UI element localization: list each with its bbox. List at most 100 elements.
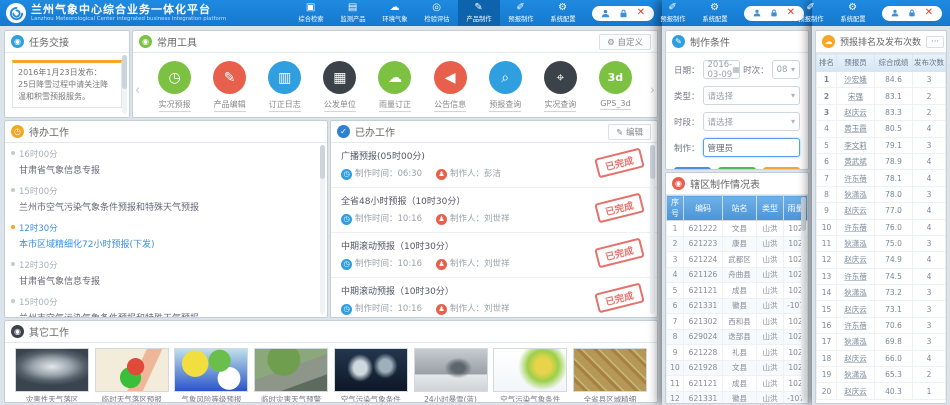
table-row[interactable]: 11狄潇泓75.03 xyxy=(817,235,946,251)
tool-search[interactable]: ⌕预报查询 xyxy=(489,61,522,112)
lock-icon[interactable] xyxy=(770,9,778,17)
tool-3d[interactable]: 3dGPS_3d xyxy=(599,61,632,110)
todo-item[interactable]: 15时00分兰州市空气污染气象条件预报和特殊天气预报 xyxy=(5,291,327,318)
scrollbar[interactable] xyxy=(320,145,325,314)
table-row[interactable]: 13许东蓓74.54 xyxy=(817,268,946,284)
customize-button[interactable]: ⚙ 自定义 xyxy=(599,34,651,50)
nav-item-edit-doc[interactable]: ✐预报制作 xyxy=(500,0,542,26)
other-work-item[interactable]: 气象风险等级预报 xyxy=(174,348,248,403)
table-row[interactable]: 3赵庆云83.32 xyxy=(817,104,946,120)
nav-item-grid[interactable]: ▤监测产品 xyxy=(332,0,374,26)
maker-input[interactable]: 管理员 xyxy=(703,138,800,157)
other-work-item[interactable]: 24小时暴雪(蓝) 落区预报 xyxy=(414,348,488,403)
table-row[interactable]: 1沙宏娥84.63 xyxy=(817,72,946,88)
table-row[interactable]: 17狄潇泓69.83 xyxy=(817,334,946,350)
done-item[interactable]: 中期滚动预报（10时30分）◷制作时间：10:16♟制作人：刘世祥已完成 xyxy=(331,278,657,318)
period-select[interactable]: 请选择▾ xyxy=(703,112,800,131)
handover-notice[interactable]: 2016年1月23日发布： 25日降雪过程中请关注降温和积雪预报服务。 xyxy=(12,60,122,108)
user-icon[interactable] xyxy=(891,9,899,17)
table-row[interactable]: 7621302西和县山洪102 xyxy=(667,314,808,330)
edit-button[interactable]: ✎ 编辑 xyxy=(608,124,651,140)
export-button[interactable]: ⇗ 导出 xyxy=(763,167,800,170)
table-row[interactable]: 1621222文县山洪102 xyxy=(667,221,808,237)
table-row[interactable]: 14狄潇泓73.23 xyxy=(817,285,946,301)
other-work-item[interactable]: 临时天气落区预报 xyxy=(95,348,169,403)
scrollbar[interactable] xyxy=(650,145,655,314)
nav-item-gear[interactable]: ⚙系统配置 xyxy=(694,0,736,26)
table-row[interactable]: 12赵庆云74.94 xyxy=(817,252,946,268)
scrollbar[interactable] xyxy=(801,197,806,400)
date-input[interactable]: 2016-03-09▦ xyxy=(703,60,741,79)
nav-item-label: 监测产品 xyxy=(340,14,365,23)
table-row[interactable]: 8629024迭部县山洪102 xyxy=(667,329,808,345)
other-work-item[interactable]: 空气污染气象条件 指导预报(国家) xyxy=(493,348,567,403)
table-row[interactable]: 4621126舟曲县山洪102 xyxy=(667,267,808,283)
table-row[interactable]: 5621121成县山洪102 xyxy=(667,283,808,299)
table-row[interactable]: 10许东蓓76.04 xyxy=(817,219,946,235)
user-icon[interactable] xyxy=(601,9,610,18)
table-row[interactable]: 5李文莉79.13 xyxy=(817,137,946,153)
panel-menu-button[interactable]: ··· xyxy=(926,36,944,48)
table-row[interactable]: 3621224武都区山洪102 xyxy=(667,252,808,268)
lock-icon[interactable] xyxy=(619,9,628,18)
close-icon[interactable]: ✕ xyxy=(925,8,933,18)
nav-item-badge[interactable]: ◎检验评估 xyxy=(416,0,458,26)
table-row[interactable]: 9赵庆云77.04 xyxy=(817,203,946,219)
table-cell: 17 xyxy=(817,334,837,350)
nav-item-gear[interactable]: ⚙系统配置 xyxy=(832,0,874,26)
scrollbar[interactable] xyxy=(122,55,127,114)
table-row[interactable]: 20赵庆云40.31 xyxy=(817,383,946,399)
carousel-right-icon[interactable]: › xyxy=(650,83,655,98)
other-work-item[interactable]: 全省县区域精细 化时预报 xyxy=(573,348,647,403)
table-row[interactable]: 12621331徽县山洪-107 xyxy=(667,391,808,404)
tool-edit[interactable]: ✎产品编辑 xyxy=(213,61,246,112)
tool-speaker[interactable]: ◀公告信息 xyxy=(434,61,467,112)
table-row[interactable]: 7许东蓓78.14 xyxy=(817,170,946,186)
table-row[interactable]: 9621228礼县山洪102 xyxy=(667,345,808,361)
table-row[interactable]: 2621223康县山洪102 xyxy=(667,236,808,252)
done-item[interactable]: 中期滚动预报（10时30分）◷制作时间：10:16♟制作人：刘世祥已完成 xyxy=(331,233,657,278)
table-row[interactable]: 4黄玉霞80.54 xyxy=(817,121,946,137)
table-row[interactable]: 15赵庆云73.13 xyxy=(817,301,946,317)
lock-icon[interactable] xyxy=(908,9,916,17)
type-select[interactable]: 请选择▾ xyxy=(703,86,800,105)
nav-item-gear[interactable]: ⚙系统配置 xyxy=(542,0,584,26)
table-row[interactable]: 8狄潇泓78.03 xyxy=(817,186,946,202)
save-button[interactable]: ▣ 保存 xyxy=(718,167,755,170)
hour-select[interactable]: 08▾ xyxy=(772,60,800,79)
todo-item[interactable]: 12时30分本市区域精细化72小时预报(下发) xyxy=(5,217,327,254)
nav-item-edit-square[interactable]: ✎产品制作 xyxy=(458,0,500,26)
close-icon[interactable]: ✕ xyxy=(637,8,645,18)
carousel-left-icon[interactable]: ‹ xyxy=(135,83,140,98)
todo-item[interactable]: 16时00分甘肃省气象信息专报 xyxy=(5,143,327,180)
done-item[interactable]: 全省48小时预报（10时30分）◷制作时间：10:16♟制作人：刘世祥已完成 xyxy=(331,188,657,233)
done-item[interactable]: 广播预报(05时00分)◷制作时间：06:30♟制作人：彭洁已完成 xyxy=(331,143,657,188)
table-row[interactable]: 11621121成县山洪102 xyxy=(667,376,808,392)
other-work-item[interactable]: 空气污染气象条件 等级预报 xyxy=(334,348,408,403)
tool-cloud[interactable]: ☁雨量订正 xyxy=(378,61,411,112)
nav-item-cloud[interactable]: ☁环境气象 xyxy=(374,0,416,26)
table-row[interactable]: 19狄潇泓65.32 xyxy=(817,367,946,383)
table-row[interactable]: 2宋强83.12 xyxy=(817,88,946,104)
table-row[interactable]: 6黄武斌78.94 xyxy=(817,153,946,169)
car-search-icon: ⌖ xyxy=(544,61,577,94)
nav-item-monitor[interactable]: ▣综合检索 xyxy=(290,0,332,26)
nav-item-edit-doc[interactable]: ✐预报制作 xyxy=(790,0,832,26)
table-row[interactable]: 18赵庆云66.04 xyxy=(817,350,946,366)
nav-item-edit-doc[interactable]: ✐预报制作 xyxy=(652,0,694,26)
user-icon[interactable] xyxy=(753,9,761,17)
tool-building[interactable]: ▦公发单位 xyxy=(323,61,356,112)
tool-car-search[interactable]: ⌖实况查询 xyxy=(544,61,577,112)
table-row[interactable]: 6621331徽县山洪-107 xyxy=(667,298,808,314)
other-work-item[interactable]: 临时灾害天气预警 xyxy=(254,348,328,403)
table-row[interactable]: 10621928文县山洪102 xyxy=(667,360,808,376)
make-button[interactable]: ✎ 制作 xyxy=(674,167,711,170)
todo-item[interactable]: 15时00分兰州市空气污染气象条件预报和特殊天气预报 xyxy=(5,180,327,217)
tool-clock[interactable]: ◷实况预报 xyxy=(158,61,191,112)
table-row[interactable]: 16许东蓓70.63 xyxy=(817,317,946,333)
tool-chat[interactable]: ▥订正日志 xyxy=(268,61,301,112)
panel-done: ✓ 已办工作 ✎ 编辑 广播预报(05时00分)◷制作时间：06:30♟制作人：… xyxy=(330,120,658,318)
table-cell: 79.1 xyxy=(875,137,913,153)
todo-item[interactable]: 12时30分甘肃省气象信息专报 xyxy=(5,254,327,291)
other-work-item[interactable]: 灾害性天气落区 xyxy=(15,348,89,403)
